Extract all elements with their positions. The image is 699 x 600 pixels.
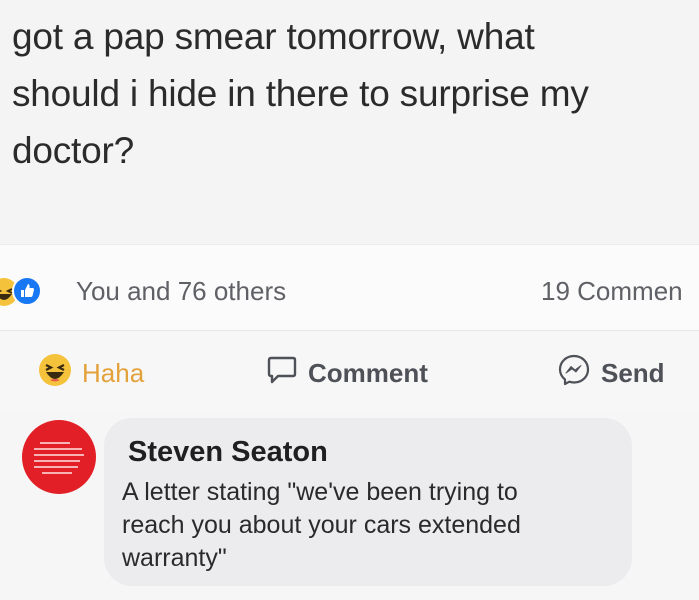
- comment-text-line: warranty": [122, 544, 227, 572]
- reactions-summary-bar: You and 76 others 19 Commen: [0, 244, 699, 331]
- haha-reaction-button[interactable]: Haha: [38, 353, 145, 394]
- comment-row: Steven Seaton A letter stating "we've be…: [0, 412, 699, 600]
- haha-button-label: Haha: [82, 357, 145, 388]
- comment-bubble-icon: [266, 354, 298, 393]
- comment-author-name[interactable]: Steven Seaton: [128, 436, 328, 469]
- post-text-line: got a pap smear tomorrow, what: [12, 16, 535, 57]
- comment-text: A letter stating "we've been trying to r…: [122, 476, 622, 575]
- avatar-graphic: [34, 454, 84, 456]
- comment-text-line: reach you about your cars extended: [122, 511, 521, 539]
- comment-button-label: Comment: [308, 357, 428, 388]
- send-button[interactable]: Send: [557, 353, 665, 394]
- post-text-line: doctor?: [12, 130, 135, 171]
- post-text-line: should i hide in there to surprise my: [12, 73, 589, 114]
- post-action-bar: Haha Comment Send: [0, 330, 699, 413]
- avatar-graphic: [34, 466, 78, 468]
- send-button-label: Send: [601, 357, 665, 388]
- comment-count-link[interactable]: 19 Commen: [541, 276, 683, 307]
- facebook-post-screenshot: got a pap smear tomorrow, what should i …: [0, 0, 699, 600]
- avatar-graphic: [42, 472, 72, 474]
- comment-bubble: Steven Seaton A letter stating "we've be…: [104, 418, 632, 586]
- messenger-icon: [557, 353, 591, 394]
- avatar-graphic: [40, 442, 70, 444]
- reaction-count-text[interactable]: You and 76 others: [76, 276, 286, 307]
- avatar[interactable]: [22, 420, 96, 494]
- like-reaction-icon: [12, 276, 42, 306]
- reaction-icons[interactable]: [0, 276, 50, 306]
- comment-button[interactable]: Comment: [266, 355, 428, 391]
- avatar-graphic: [34, 448, 82, 450]
- post-text: got a pap smear tomorrow, what should i …: [12, 8, 672, 179]
- comment-text-line: A letter stating "we've been trying to: [122, 478, 518, 506]
- avatar-graphic: [34, 460, 80, 462]
- haha-icon: [38, 353, 72, 394]
